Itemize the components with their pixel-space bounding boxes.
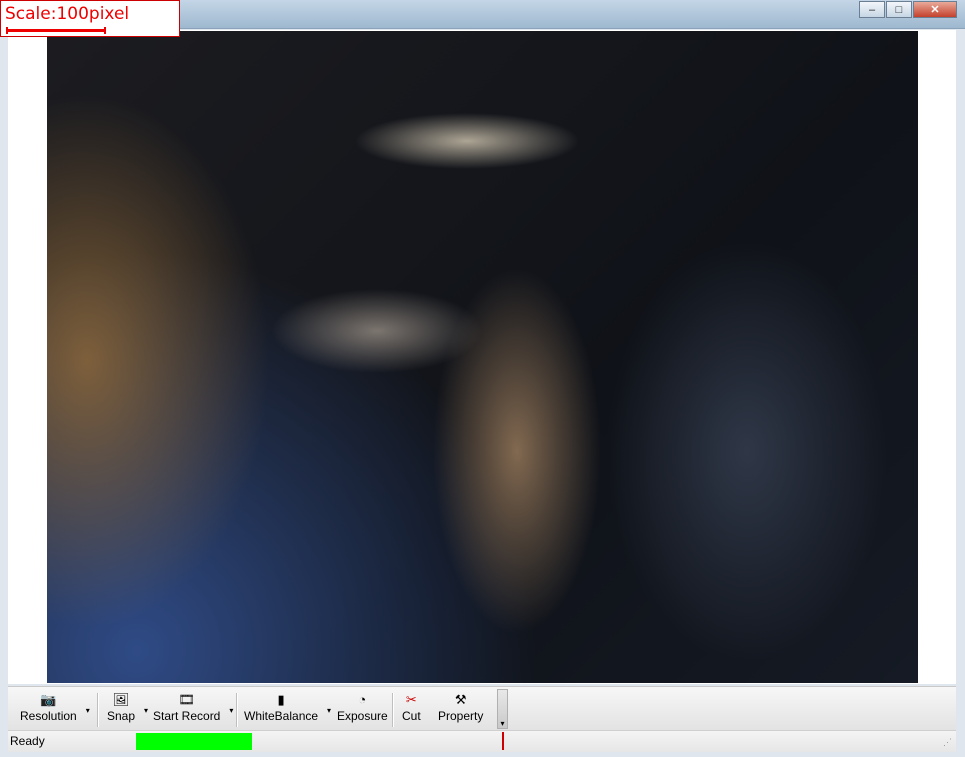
exposure-icon: ◔ — [358, 692, 367, 707]
close-button[interactable]: ✕ — [913, 1, 957, 18]
snap-label: Snap — [107, 709, 136, 723]
scale-bar — [6, 27, 106, 34]
exposure-group: ◔ Exposure — [331, 691, 394, 729]
minimize-button[interactable]: – — [859, 1, 885, 18]
resolution-group: 📷 Resolution ▾ — [14, 691, 93, 729]
snapshot-icon: 🖼 — [112, 692, 130, 707]
status-text: Ready — [10, 734, 45, 748]
resolution-button[interactable]: 📷 Resolution — [14, 691, 83, 729]
record-dropdown[interactable]: ▾ — [226, 691, 236, 729]
window-controls: – □ ✕ — [858, 1, 957, 18]
property-button[interactable]: ⚒ Property — [432, 691, 489, 729]
status-marker — [502, 732, 504, 750]
cut-label: Cut — [402, 709, 421, 723]
record-group: 🎞 Start Record ▾ — [147, 691, 236, 729]
cut-group: ✂ Cut — [396, 691, 427, 729]
property-group: ⚒ Property — [432, 691, 489, 729]
start-record-button[interactable]: 🎞 Start Record — [147, 691, 226, 729]
resolution-dropdown[interactable]: ▾ — [83, 691, 93, 729]
white-balance-button[interactable]: ▮ WhiteBalance — [238, 691, 324, 729]
film-icon: 🎞 — [178, 692, 195, 707]
toolbar-overflow-button[interactable]: ▾ — [497, 689, 508, 729]
camera-icon: 📷 — [40, 692, 57, 707]
hammer-icon: ⚒ — [454, 692, 467, 707]
exposure-button[interactable]: ◔ Exposure — [331, 691, 394, 729]
snap-group: 🖼 Snap ▾ — [101, 691, 151, 729]
scissors-icon: ✂ — [405, 692, 417, 707]
toolbar: 📷 Resolution ▾ 🖼 Snap ▾ 🎞 Start Record ▾… — [8, 686, 956, 731]
snap-button[interactable]: 🖼 Snap — [101, 691, 141, 729]
scale-label: Scale:100pixel — [5, 4, 130, 24]
property-label: Property — [438, 709, 484, 723]
status-progress-bar — [136, 733, 252, 750]
exposure-label: Exposure — [337, 709, 388, 723]
white-balance-label: WhiteBalance — [244, 709, 319, 723]
toolbar-separator — [97, 693, 99, 727]
cut-button[interactable]: ✂ Cut — [396, 691, 427, 729]
color-bars-icon: ▮ — [277, 692, 285, 707]
status-bar: Ready ⋰ — [8, 730, 956, 752]
microscope-image — [47, 31, 918, 683]
resize-grip[interactable]: ⋰ — [943, 737, 952, 748]
maximize-button[interactable]: □ — [886, 1, 912, 18]
toolbar-separator — [392, 693, 394, 727]
whitebalance-group: ▮ WhiteBalance ▾ — [238, 691, 334, 729]
resolution-label: Resolution — [20, 709, 77, 723]
start-record-label: Start Record — [153, 709, 221, 723]
scale-indicator: Scale:100pixel — [0, 0, 180, 37]
